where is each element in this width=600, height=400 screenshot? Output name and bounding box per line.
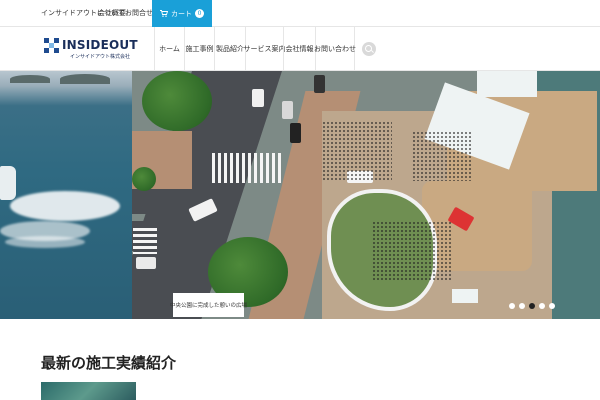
slider-dot-5[interactable] [549,303,555,309]
slider-dot-3[interactable] [529,303,535,309]
page: インサイドアウトについて 会社概要 お問合せ カート 0 INSIDEOUT イ… [0,0,600,400]
slider-dot-1[interactable] [509,303,515,309]
logo-text: INSIDEOUT [62,38,138,52]
main-nav: ホーム 施工事例 製品紹介 サービス案内 会社情報 お問い合わせ [154,27,356,71]
logo-subtext: インサイドアウト株式会社 [70,54,131,60]
logo-mark-icon [44,38,59,53]
logo[interactable]: INSIDEOUT [44,38,138,53]
section-title: 最新の施工実績紹介 [41,354,177,372]
nav-item-home[interactable]: ホーム [154,27,184,71]
hero-slider[interactable]: 中央公園に完成した憩いの広場 [0,71,600,319]
top-link-contact[interactable]: お問合せ [125,8,153,18]
nav-item-contact[interactable]: お問い合わせ [314,27,356,71]
cart-count-badge: 0 [195,9,204,18]
hero-caption[interactable]: 中央公園に完成した憩いの広場 [170,293,247,317]
cart-icon [160,10,168,17]
work-thumbnail-image[interactable] [41,382,136,400]
nav-item-company[interactable]: 会社情報 [283,27,315,71]
site-header: INSIDEOUT インサイドアウト株式会社 ホーム 施工事例 製品紹介 サービ… [0,27,600,71]
nav-item-works[interactable]: 施工事例 [184,27,214,71]
slider-dot-2[interactable] [519,303,525,309]
search-icon[interactable] [362,42,376,56]
slider-dot-4[interactable] [539,303,545,309]
hero-slide-sea-image [0,71,132,319]
slider-pagination [509,303,555,309]
nav-item-services[interactable]: サービス案内 [244,27,286,71]
cart-label: カート [171,9,192,18]
hero-slide-aerial-image [132,71,600,319]
top-link-company[interactable]: 会社概要 [98,8,126,18]
nav-item-products[interactable]: 製品紹介 [214,27,245,71]
cart-button[interactable]: カート 0 [152,0,212,27]
top-bar: インサイドアウトについて 会社概要 お問合せ カート 0 [0,0,600,27]
